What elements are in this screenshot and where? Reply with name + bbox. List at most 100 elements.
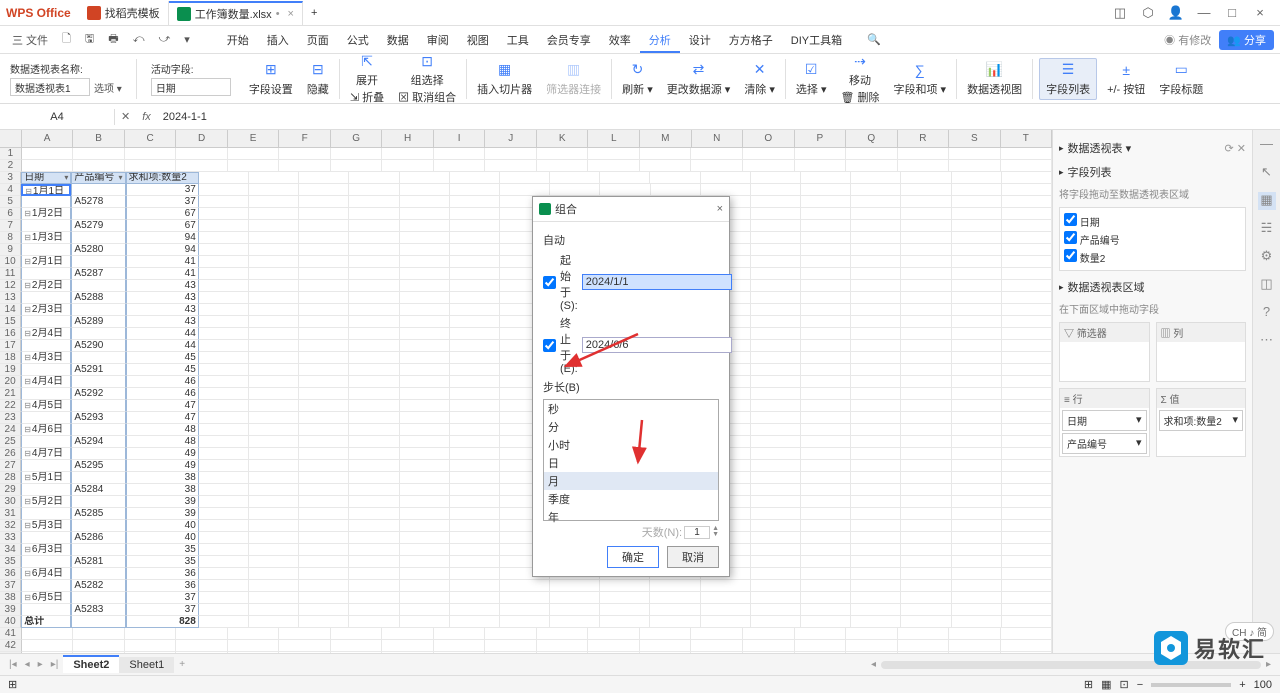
cell-C14[interactable]: 43 xyxy=(126,304,199,316)
help-icon[interactable]: ? xyxy=(1258,304,1276,322)
cell-A13[interactable] xyxy=(21,292,71,304)
tools-icon[interactable]: ⚙ xyxy=(1258,248,1276,266)
sheet-tab-Sheet2[interactable]: Sheet2 xyxy=(63,655,119,673)
col-J[interactable]: J xyxy=(485,130,537,147)
col-P[interactable]: P xyxy=(795,130,847,147)
ribbon-[interactable]: ☰字段列表 xyxy=(1039,58,1097,100)
tab-template[interactable]: 找稻壳模板 xyxy=(79,1,169,25)
cell-B13[interactable]: A5288 xyxy=(71,292,125,304)
menu-tab-数据[interactable]: 数据 xyxy=(378,35,418,47)
cell-C30[interactable]: 39 xyxy=(126,496,199,508)
ribbon-[interactable]: ⊡组选择⊠ 取消组合 xyxy=(394,52,460,105)
cell-C9[interactable]: 94 xyxy=(126,244,199,256)
cell-B12[interactable] xyxy=(71,280,125,292)
cell-B33[interactable]: A5286 xyxy=(71,532,125,544)
view-normal-icon[interactable]: ⊞ xyxy=(1084,678,1093,691)
cell-C39[interactable]: 37 xyxy=(126,604,199,616)
zoom-in-icon[interactable]: + xyxy=(1239,679,1245,691)
cell-C20[interactable]: 46 xyxy=(126,376,199,388)
cell-A40[interactable]: 总计 xyxy=(21,616,71,628)
col-F[interactable]: F xyxy=(279,130,331,147)
new-tab[interactable]: + xyxy=(303,1,325,25)
ribbon-[interactable]: ⇱展开⇲ 折叠 xyxy=(346,52,388,105)
close-icon[interactable]: × xyxy=(288,8,294,20)
col-S[interactable]: S xyxy=(949,130,1001,147)
cell-A8[interactable]: ⊟1月3日 xyxy=(21,232,71,244)
step-季度[interactable]: 季度 xyxy=(544,490,718,508)
cell-A29[interactable] xyxy=(21,484,71,496)
collapse-icon[interactable]: — xyxy=(1258,136,1276,154)
col-M[interactable]: M xyxy=(640,130,692,147)
cell-A7[interactable] xyxy=(21,220,71,232)
field-数量2[interactable]: 数量2 xyxy=(1064,248,1241,266)
ribbon-[interactable]: ✕清除 ▾ xyxy=(740,61,779,97)
cell-A38[interactable]: ⊟6月5日 xyxy=(21,592,71,604)
active-field-input[interactable] xyxy=(151,78,231,96)
cell-B31[interactable]: A5285 xyxy=(71,508,125,520)
step-日[interactable]: 日 xyxy=(544,454,718,472)
cell-A15[interactable] xyxy=(21,316,71,328)
ribbon-[interactable]: ±+/- 按钮 xyxy=(1103,61,1149,97)
start-checkbox[interactable] xyxy=(543,276,556,289)
cell-A14[interactable]: ⊟2月3日 xyxy=(21,304,71,316)
end-input[interactable] xyxy=(582,337,732,353)
close-window-icon[interactable]: × xyxy=(1246,5,1274,20)
col-T[interactable]: T xyxy=(1001,130,1052,147)
cell-A32[interactable]: ⊟5月3日 xyxy=(21,520,71,532)
end-checkbox[interactable] xyxy=(543,339,556,352)
sheet-prev-icon[interactable]: ◂ xyxy=(22,659,33,670)
cell-C34[interactable]: 35 xyxy=(126,544,199,556)
cell-C40[interactable]: 828 xyxy=(126,616,199,628)
menu-tab-DIY工具箱[interactable]: DIY工具箱 xyxy=(782,35,851,47)
step-秒[interactable]: 秒 xyxy=(544,400,718,418)
cell-B14[interactable] xyxy=(71,304,125,316)
ribbon-[interactable]: ▭字段标题 xyxy=(1155,61,1207,97)
cell-A16[interactable]: ⊟2月4日 xyxy=(21,328,71,340)
cell-A20[interactable]: ⊟4月4日 xyxy=(21,376,71,388)
cell-C28[interactable]: 38 xyxy=(126,472,199,484)
pivot-name-input[interactable] xyxy=(10,78,90,96)
cell-A17[interactable] xyxy=(21,340,71,352)
avatar-icon[interactable]: 👤 xyxy=(1162,5,1190,21)
pivot-hdr-val[interactable]: 求和项:数量2 xyxy=(126,172,199,184)
file-menu[interactable]: 三 文件 xyxy=(6,32,54,48)
row-area[interactable]: ≡ 行日期▾产品编号▾ xyxy=(1059,388,1150,457)
cell-C31[interactable]: 39 xyxy=(126,508,199,520)
menu-tab-工具[interactable]: 工具 xyxy=(498,35,538,47)
col-Q[interactable]: Q xyxy=(846,130,898,147)
menu-tab-页面[interactable]: 页面 xyxy=(298,35,338,47)
cancel-button[interactable]: 取消 xyxy=(667,546,719,568)
add-sheet-icon[interactable]: + xyxy=(176,659,188,670)
cell-A36[interactable]: ⊟6月4日 xyxy=(21,568,71,580)
cell-A24[interactable]: ⊟4月6日 xyxy=(21,424,71,436)
share-button[interactable]: 👥 分享 xyxy=(1219,30,1274,50)
win-restore-icon[interactable]: ◫ xyxy=(1106,5,1134,21)
col-C[interactable]: C xyxy=(125,130,177,147)
cell-C25[interactable]: 48 xyxy=(126,436,199,448)
cell-B15[interactable]: A5289 xyxy=(71,316,125,328)
options-button[interactable]: 选项 ▾ xyxy=(94,78,122,96)
cell-C26[interactable]: 49 xyxy=(126,448,199,460)
col-L[interactable]: L xyxy=(588,130,640,147)
column-area[interactable]: ▥ 列 xyxy=(1156,322,1247,382)
cell-C13[interactable]: 43 xyxy=(126,292,199,304)
menu-tab-会员专享[interactable]: 会员专享 xyxy=(538,35,600,47)
ribbon-[interactable]: ↻刷新 ▾ xyxy=(618,61,657,97)
sheet-last-icon[interactable]: ▸| xyxy=(48,659,62,670)
cell-A39[interactable] xyxy=(21,604,71,616)
style-icon[interactable]: ▦ xyxy=(1258,192,1276,210)
filter-area[interactable]: ▽ 筛选器 xyxy=(1059,322,1150,382)
days-input[interactable] xyxy=(684,526,710,539)
cell-A11[interactable] xyxy=(21,268,71,280)
cell-C29[interactable]: 38 xyxy=(126,484,199,496)
spreadsheet[interactable]: ABCDEFGHIJKLMNOPQRST 123日期▾产品编号▾求和项:数量24… xyxy=(0,130,1052,653)
cell-B20[interactable] xyxy=(71,376,125,388)
cell-B5[interactable]: A5278 xyxy=(71,196,125,208)
qa-redo[interactable]: ⤻ xyxy=(152,33,176,46)
cell-B28[interactable] xyxy=(71,472,125,484)
cell-A35[interactable] xyxy=(21,556,71,568)
view-break-icon[interactable]: ⊡ xyxy=(1120,678,1129,691)
qa-undo[interactable]: ⤺ xyxy=(127,33,151,46)
cell-A18[interactable]: ⊟4月3日 xyxy=(21,352,71,364)
menu-tab-视图[interactable]: 视图 xyxy=(458,35,498,47)
